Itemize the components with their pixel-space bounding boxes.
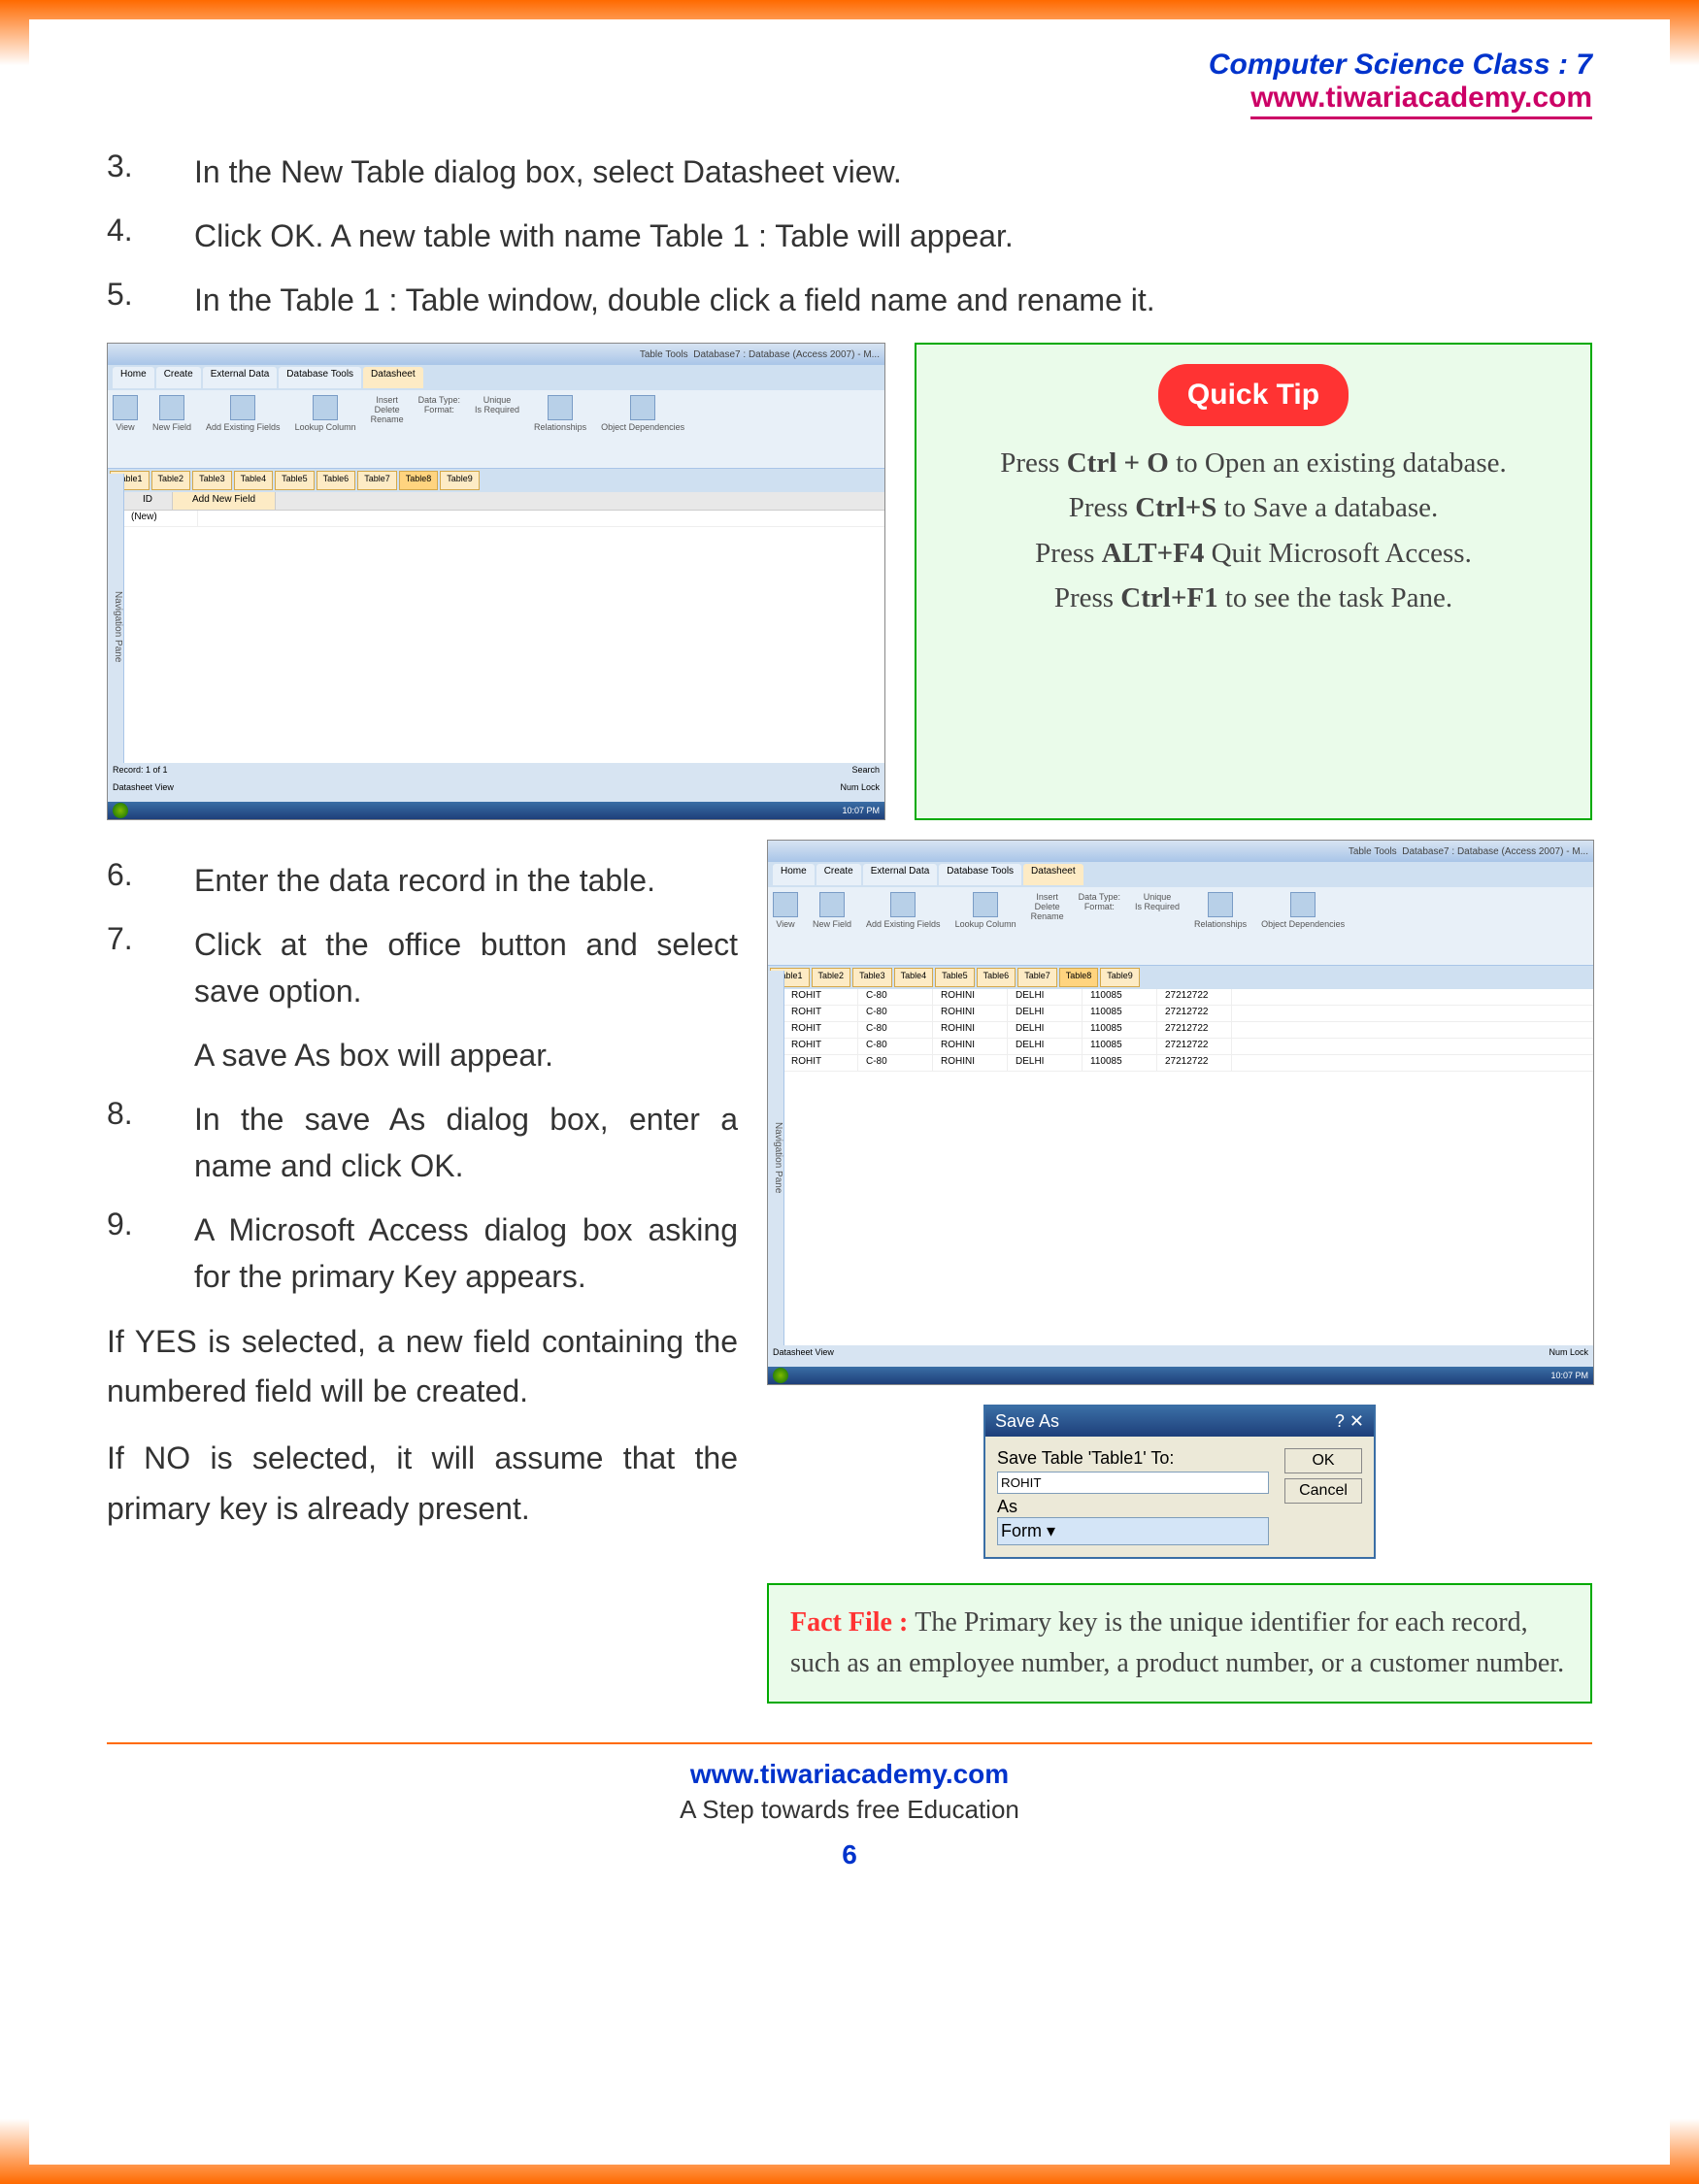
start-icon[interactable] (113, 803, 128, 818)
table-row[interactable]: ROHITC-80ROHINIDELHI11008527212722 (783, 989, 1593, 1006)
para-yes: If YES is selected, a new field containi… (107, 1317, 738, 1416)
step-6: 6.Enter the data record in the table. (107, 857, 738, 904)
col-addnew[interactable]: Add New Field (173, 492, 276, 510)
navigation-pane[interactable]: Navigation Pane (108, 474, 124, 780)
objdep-icon[interactable] (630, 395, 655, 420)
fact-file-box: Fact File : The Primary key is the uniqu… (767, 1583, 1592, 1704)
saveas-label: Save Table 'Table1' To: (997, 1448, 1275, 1469)
tab-external[interactable]: External Data (203, 367, 278, 388)
table-row[interactable]: ROHITC-80ROHINIDELHI11008527212722 (783, 1022, 1593, 1039)
header-title: Computer Science Class : 7 (107, 49, 1592, 82)
cancel-button[interactable]: Cancel (1284, 1478, 1362, 1504)
quick-tip-box: Quick Tip Press Ctrl + O to Open an exis… (915, 343, 1592, 820)
table-row[interactable]: ROHITC-80ROHINIDELHI11008527212722 (783, 1006, 1593, 1022)
footer-tagline: A Step towards free Education (107, 1795, 1592, 1825)
step-8: 8.In the save As dialog box, enter a nam… (107, 1096, 738, 1189)
tab-datasheet[interactable]: Datasheet (363, 367, 423, 388)
close-icon[interactable]: ? ✕ (1335, 1411, 1364, 1432)
footer-link[interactable]: www.tiwariacademy.com (107, 1759, 1592, 1790)
window-titlebar: Table Tools Database7 : Database (Access… (108, 344, 884, 365)
col-id[interactable]: ID (123, 492, 173, 510)
start-icon[interactable] (773, 1368, 788, 1383)
saveas-type-select[interactable]: Form ▾ (997, 1517, 1269, 1545)
dialog-title: Save As (995, 1411, 1059, 1432)
header-link[interactable]: www.tiwariacademy.com (1250, 82, 1592, 119)
step-3: 3.In the New Table dialog box, select Da… (107, 149, 1592, 195)
page-footer: www.tiwariacademy.com A Step towards fre… (107, 1742, 1592, 1870)
relationships-icon[interactable] (548, 395, 573, 420)
quick-tip-badge: Quick Tip (1158, 364, 1349, 426)
step-7: 7.Click at the office button and select … (107, 921, 738, 1078)
view-icon[interactable] (113, 395, 138, 420)
table-row[interactable]: ROHITC-80ROHINIDELHI11008527212722 (783, 1055, 1593, 1072)
saveas-as-label: As (997, 1497, 1275, 1517)
tab-dbtools[interactable]: Database Tools (279, 367, 361, 388)
para-no: If NO is selected, it will assume that t… (107, 1434, 738, 1533)
ribbon-tabs: HomeCreateExternal DataDatabase ToolsDat… (108, 365, 884, 390)
access-screenshot-1: Table Tools Database7 : Database (Access… (107, 343, 885, 820)
page-header: Computer Science Class : 7 www.tiwariaca… (107, 49, 1592, 119)
table-row[interactable]: ROHITC-80ROHINIDELHI11008527212722 (783, 1039, 1593, 1055)
step-5: 5.In the Table 1 : Table window, double … (107, 277, 1592, 323)
ribbon: View New Field Add Existing Fields Looku… (108, 390, 884, 469)
step-4: 4.Click OK. A new table with name Table … (107, 213, 1592, 259)
page-number: 6 (107, 1839, 1592, 1870)
tab-home[interactable]: Home (113, 367, 154, 388)
addexisting-icon[interactable] (230, 395, 255, 420)
saveas-name-input[interactable] (997, 1472, 1269, 1494)
ok-button[interactable]: OK (1284, 1448, 1362, 1473)
save-as-dialog: Save As ? ✕ Save Table 'Table1' To: As Fo… (983, 1405, 1376, 1559)
taskbar: 10:07 PM (108, 802, 884, 819)
table-tabs: Table1Table2Table3Table4Table5Table6Tabl… (108, 469, 884, 492)
tab-create[interactable]: Create (156, 367, 201, 388)
access-screenshot-2: Table Tools Database7 : Database (Access… (767, 840, 1594, 1385)
newfield-icon[interactable] (159, 395, 184, 420)
fact-file-label: Fact File : (790, 1607, 915, 1638)
step-9: 9.A Microsoft Access dialog box asking f… (107, 1207, 738, 1300)
lookup-icon[interactable] (313, 395, 338, 420)
